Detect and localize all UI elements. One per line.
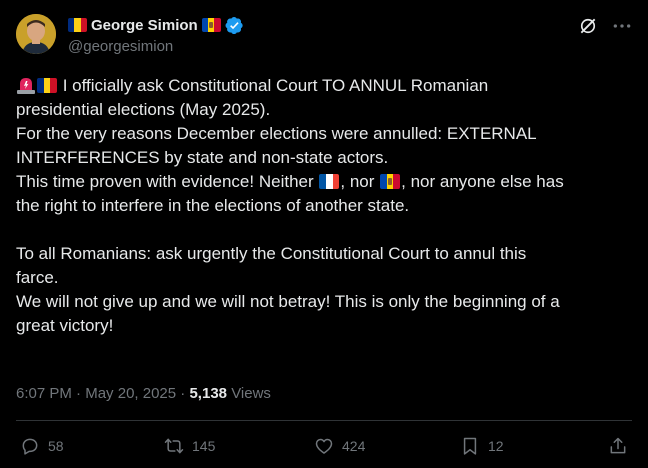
tweet-line-7: To all Romanians: ask urgently the Const… — [16, 244, 527, 263]
france-flag-icon — [319, 174, 340, 189]
tweet-line-9: We will not give up and we will not betr… — [16, 292, 560, 311]
tweet-card: George Simion @georgesimion I officially… — [0, 0, 648, 468]
like-count: 424 — [342, 438, 366, 454]
moldova-flag-icon — [380, 174, 401, 189]
repost-button[interactable]: 145 — [164, 436, 215, 456]
tweet-date[interactable]: May 20, 2025 — [85, 385, 176, 402]
tweet-line-3: For the very reasons December elections … — [16, 124, 537, 143]
tweet-line-10: great victory! — [16, 316, 114, 335]
tweet-meta: 6:07 PM · May 20, 2025 · 5,138 Views — [16, 385, 271, 402]
tweet-line-6: the right to interfere in the elections … — [16, 196, 410, 215]
tweet-line-8: farce. — [16, 268, 59, 287]
tweet-line-2: presidential elections (May 2025). — [16, 100, 271, 119]
author-name[interactable]: George Simion — [91, 17, 198, 34]
reply-icon — [22, 438, 38, 455]
tweet-line-5: This time proven with evidence! Neither … — [16, 172, 564, 191]
like-button[interactable]: 424 — [314, 436, 365, 456]
romania-flag-icon — [37, 78, 57, 93]
reply-count: 58 — [48, 438, 64, 454]
more-options-icon[interactable] — [612, 16, 632, 36]
author-handle[interactable]: @georgesimion — [68, 38, 173, 55]
divider — [16, 420, 632, 421]
bookmark-count: 12 — [488, 438, 504, 454]
avatar[interactable] — [16, 14, 56, 54]
grok-icon[interactable] — [578, 16, 598, 36]
meta-separator: · — [180, 385, 186, 402]
tweet-top-actions — [578, 16, 632, 36]
rotating-light-icon — [17, 78, 35, 94]
bookmark-button[interactable]: 12 — [460, 436, 504, 456]
author-name-row[interactable]: George Simion — [68, 14, 244, 36]
reply-button[interactable]: 58 — [20, 436, 64, 456]
romania-flag-icon — [68, 18, 87, 32]
tweet-line-1: I officially ask Constitutional Court TO… — [16, 74, 632, 98]
tweet-line-4: INTERFERENCES by state and non-state act… — [16, 148, 389, 167]
share-button[interactable] — [608, 436, 628, 456]
moldova-flag-icon — [201, 18, 221, 32]
verified-badge-icon — [225, 16, 243, 34]
share-icon — [610, 437, 626, 454]
views-label: Views — [231, 385, 271, 402]
views-count: 5,138 — [189, 385, 228, 402]
repost-icon — [164, 438, 184, 454]
tweet-time[interactable]: 6:07 PM — [16, 385, 72, 402]
meta-separator: · — [76, 385, 82, 402]
heart-icon — [315, 438, 333, 454]
bookmark-icon — [463, 437, 477, 455]
repost-count: 145 — [192, 438, 216, 454]
tweet-actions: 58 145 424 12 — [20, 436, 630, 460]
tweet-text: I officially ask Constitutional Court TO… — [16, 74, 632, 338]
